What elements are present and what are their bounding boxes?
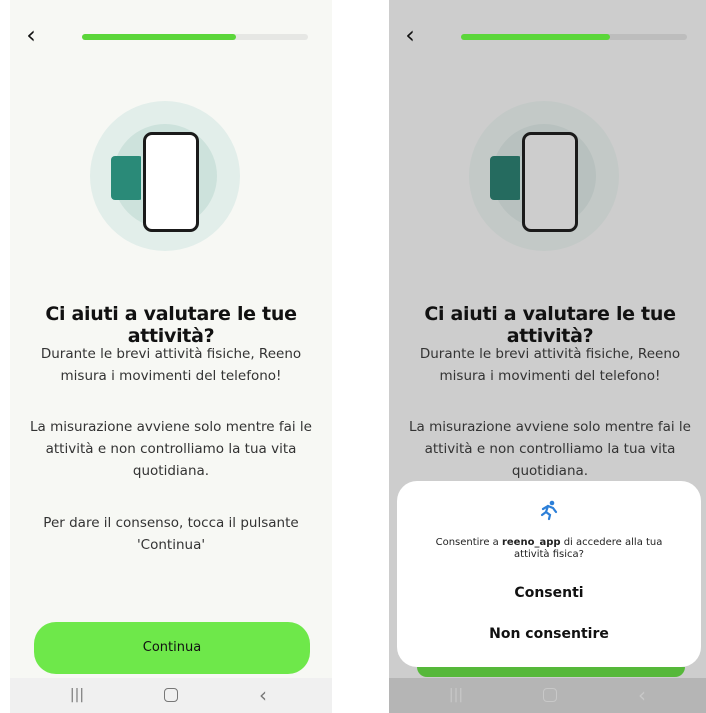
- description-paragraph-1: Durante le brevi attività fisiche, Reeno…: [40, 346, 302, 384]
- back-button[interactable]: ‹: [397, 20, 423, 50]
- continue-button-peek: [417, 667, 685, 677]
- description-paragraph-1: Durante le brevi attività fisiche, Reeno…: [419, 346, 681, 384]
- onboarding-screen-consent: ‹ Ci aiuti a valutare le tue attività? D…: [10, 0, 332, 713]
- permission-dialog: Consentire a reeno_app di accedere alla …: [397, 481, 701, 667]
- onboarding-screen-permission-dialog: ‹ Ci aiuti a valutare le tue attività? D…: [389, 0, 706, 713]
- continue-button[interactable]: Continua: [34, 622, 310, 674]
- card-icon: [111, 156, 143, 200]
- message-prefix: Consentire a: [435, 537, 502, 548]
- description-paragraph-2: La misurazione avviene solo mentre fai l…: [409, 419, 691, 479]
- home-icon[interactable]: [164, 688, 178, 702]
- phone-illustration: [85, 96, 245, 256]
- phone-illustration: [464, 96, 624, 256]
- description-paragraph-2: La misurazione avviene solo mentre fai l…: [30, 419, 312, 479]
- recent-apps-icon[interactable]: |||: [62, 684, 92, 706]
- progress-bar: [82, 34, 308, 40]
- phone-icon: [143, 132, 199, 232]
- running-person-icon: [537, 499, 563, 521]
- system-nav-bar: ||| ‹: [389, 678, 706, 713]
- app-name: reeno_app: [501, 537, 561, 548]
- page-title: Ci aiuti a valutare le tue attività?: [45, 303, 297, 347]
- phone-icon: [522, 132, 578, 232]
- allow-button[interactable]: Consenti: [397, 585, 701, 601]
- page-title: Ci aiuti a valutare le tue attività?: [424, 303, 676, 347]
- system-nav-bar: ||| ‹: [10, 678, 332, 713]
- permission-message: Consentire a reeno_app di accedere alla …: [417, 537, 681, 561]
- card-icon: [490, 156, 522, 200]
- description-paragraph-3: Per dare il consenso, tocca il pulsante …: [43, 515, 299, 553]
- deny-button[interactable]: Non consentire: [397, 626, 701, 642]
- nav-back-icon[interactable]: ‹: [248, 684, 278, 706]
- progress-fill: [461, 34, 611, 40]
- recent-apps-icon[interactable]: |||: [441, 684, 471, 706]
- back-button[interactable]: ‹: [18, 20, 44, 50]
- nav-back-icon[interactable]: ‹: [627, 684, 657, 706]
- progress-bar: [461, 34, 687, 40]
- progress-fill: [82, 34, 236, 40]
- home-icon[interactable]: [543, 688, 557, 702]
